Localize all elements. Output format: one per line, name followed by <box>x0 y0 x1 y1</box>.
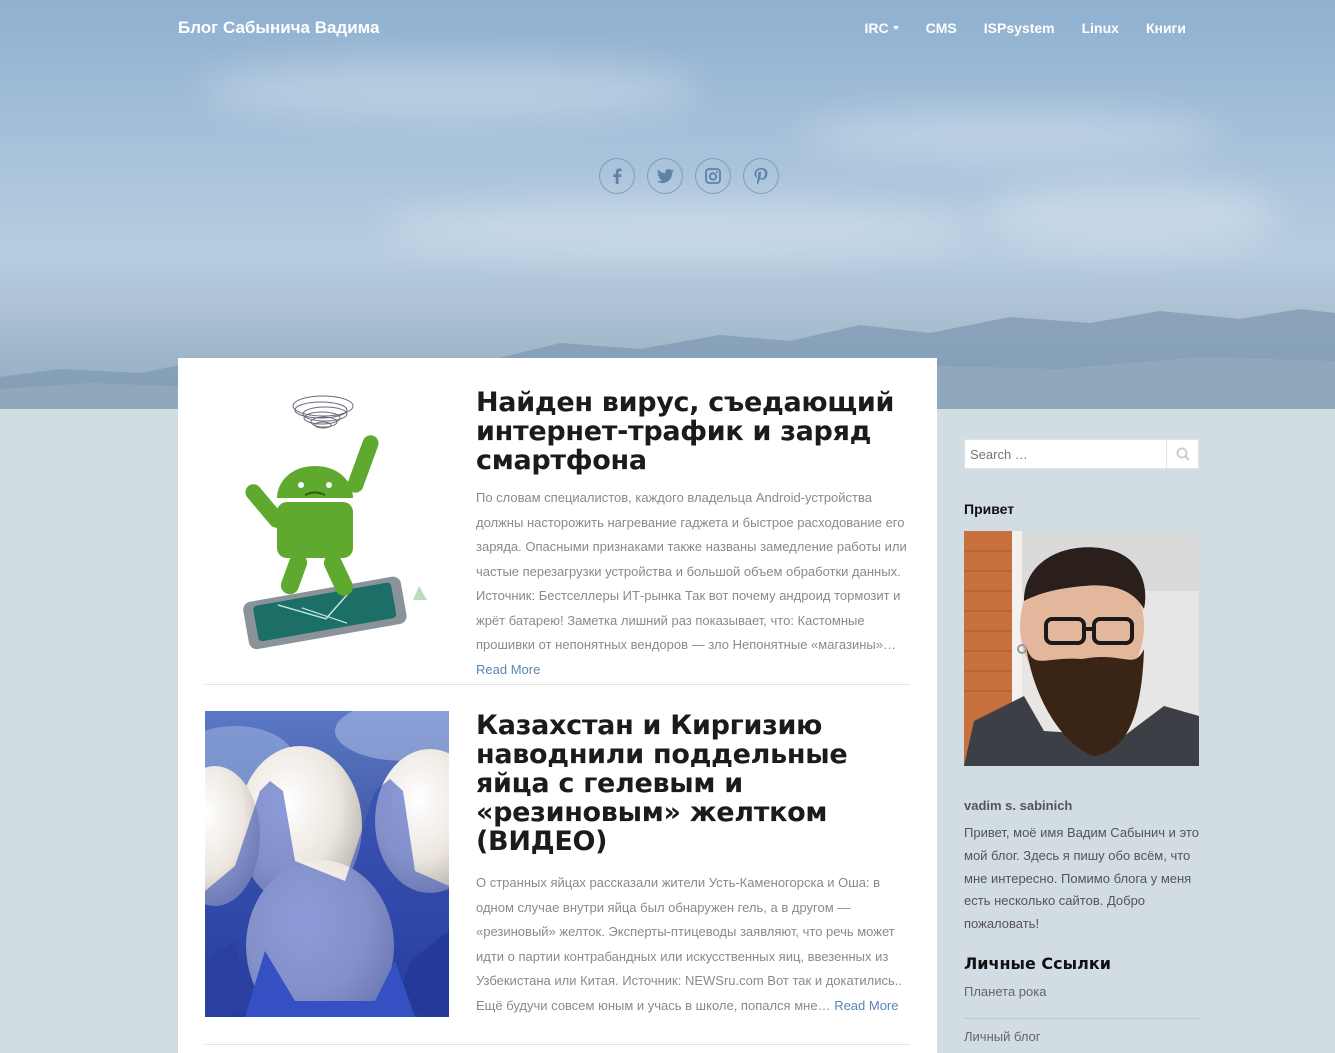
pinterest-link[interactable] <box>743 158 779 194</box>
link-item[interactable]: Личный блог <box>964 1019 1199 1053</box>
post-card: Найден вирус, съедающий интернет-трафик … <box>205 388 910 677</box>
post-title[interactable]: Найден вирус, съедающий интернет-трафик … <box>476 388 906 475</box>
nav-item-cms[interactable]: CMS <box>926 20 957 36</box>
author-bio: Привет, моё имя Вадим Сабынич и это мой … <box>964 825 1199 932</box>
nav-item-ispsystem[interactable]: ISPsystem <box>984 20 1055 36</box>
nav-item-irc[interactable]: IRC <box>865 20 899 36</box>
pinterest-icon <box>754 167 768 185</box>
post-divider <box>205 684 910 685</box>
post-excerpt: О странных яйцах рассказали жители Усть-… <box>476 871 910 1018</box>
nav-item-label: Книги <box>1145 20 1186 36</box>
main-nav: IRC CMS ISPsystem Linux Книги <box>865 20 1186 36</box>
chevron-down-icon <box>892 26 899 30</box>
nav-item-label: Linux <box>1081 20 1119 36</box>
facebook-link[interactable] <box>599 158 635 194</box>
eggs-image <box>205 711 449 1017</box>
post-excerpt-text: По словам специалистов, каждого владельц… <box>476 490 907 652</box>
link-item[interactable]: Планета рока <box>964 981 1199 1019</box>
search-input[interactable] <box>964 439 1168 469</box>
hero-banner <box>0 0 1335 409</box>
twitter-icon <box>656 169 674 183</box>
avatar <box>964 531 1199 766</box>
read-more-link[interactable]: Read More <box>834 998 898 1013</box>
social-links <box>599 158 779 194</box>
nav-item-books[interactable]: Книги <box>1146 20 1186 36</box>
author-photo <box>964 531 1199 766</box>
post-thumbnail[interactable] <box>205 711 449 1017</box>
post-title[interactable]: Казахстан и Киргизию наводнили поддельны… <box>476 711 906 856</box>
nav-item-linux[interactable]: Linux <box>1082 20 1119 36</box>
nav-item-label: IRC <box>864 20 889 36</box>
site-title[interactable]: Блог Сабынича Вадима <box>178 18 380 38</box>
author-name: vadim s. sabinich <box>964 798 1073 813</box>
search-form <box>964 439 1199 469</box>
post-thumbnail[interactable] <box>205 388 449 658</box>
search-icon <box>1176 447 1190 461</box>
posts-container: Найден вирус, съедающий интернет-трафик … <box>178 358 937 1053</box>
nav-item-label: ISPsystem <box>983 20 1055 36</box>
about-widget-title: Привет <box>964 501 1015 517</box>
personal-links-list: Планета рока Личный блог <box>964 981 1199 1053</box>
post-card: Казахстан и Киргизию наводнили поддельны… <box>205 711 910 1017</box>
read-more-link[interactable]: Read More <box>476 662 540 677</box>
instagram-icon <box>705 168 721 184</box>
post-excerpt-text: О странных яйцах рассказали жители Усть-… <box>476 875 902 1013</box>
link-label: Планета рока <box>964 984 1047 999</box>
instagram-link[interactable] <box>695 158 731 194</box>
nav-item-label: CMS <box>925 20 957 36</box>
twitter-link[interactable] <box>647 158 683 194</box>
post-excerpt: По словам специалистов, каждого владельц… <box>476 486 910 682</box>
android-virus-image <box>243 395 427 650</box>
link-label: Личный блог <box>964 1029 1041 1044</box>
facebook-icon <box>613 168 622 184</box>
search-button[interactable] <box>1167 439 1199 469</box>
links-widget-title: Личные Ссылки <box>964 954 1111 973</box>
post-divider <box>205 1044 910 1045</box>
